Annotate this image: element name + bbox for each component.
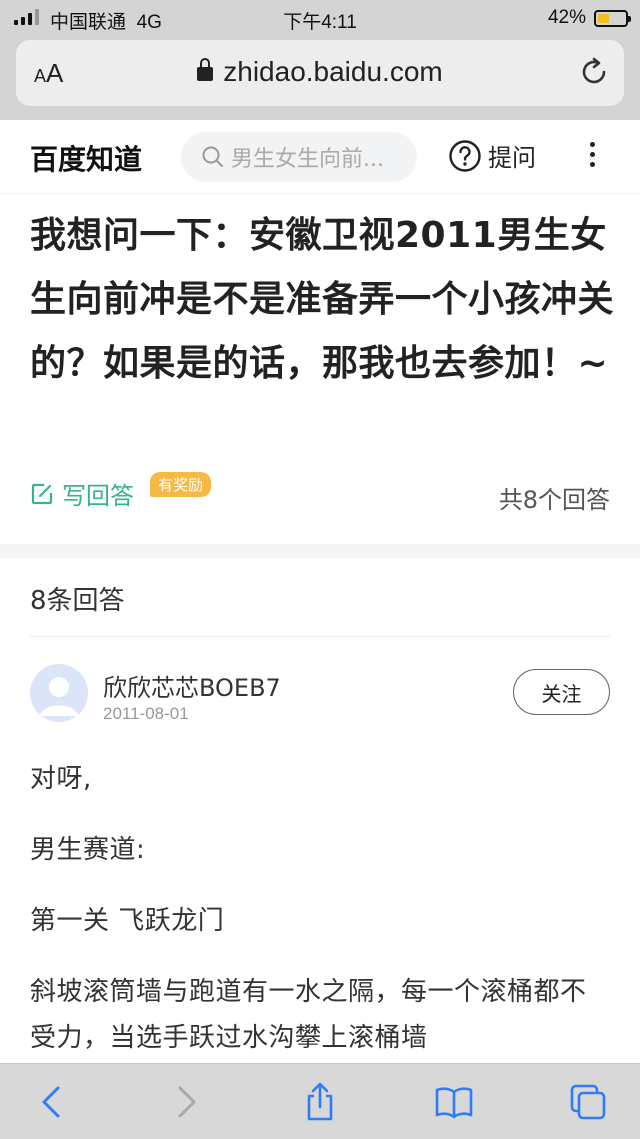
write-answer-button[interactable]: 写回答 (30, 476, 134, 511)
network-type: 4G (136, 12, 162, 33)
battery-fill (598, 14, 609, 23)
search-input[interactable]: 男生女生向前... (181, 132, 417, 182)
answer-paragraph: 男生赛道: (30, 835, 146, 865)
answer-date: 2011-08-01 (103, 704, 189, 723)
site-logo[interactable]: 百度知道 (30, 138, 142, 178)
edit-icon (31, 483, 53, 504)
ask-label: 提问 (488, 144, 536, 172)
answer-body: 对呀, 男生赛道: 第一关 飞跃龙门 斜坡滚筒墙与跑道有一水之隔，每一个滚桶都不… (30, 756, 610, 1086)
answer-count: 共8个回答 (498, 486, 610, 514)
search-placeholder: 男生女生向前... (231, 147, 384, 172)
lock-icon (197, 58, 214, 81)
bookmarks-icon[interactable] (434, 1082, 474, 1122)
answer-paragraph: 第一关 飞跃龙门 (30, 906, 225, 936)
back-icon[interactable] (32, 1082, 72, 1122)
question-title: 我想问一下：安徽卫视2011男生女生向前冲是不是准备弄一个小孩冲关的？如果是的话… (30, 215, 615, 384)
section-divider (0, 544, 640, 558)
browser-toolbar (0, 1063, 640, 1139)
carrier-label: 中国联通 4G (50, 7, 162, 34)
follow-button[interactable]: 关注 (513, 669, 610, 715)
answer-paragraph: 对呀, (30, 764, 92, 794)
address-bar[interactable]: AA zhidao.baidu.com (16, 40, 624, 106)
url-text: zhidao.baidu.com (223, 56, 443, 87)
more-menu-icon[interactable] (586, 142, 598, 174)
avatar[interactable] (30, 664, 88, 722)
status-bar: 中国联通 4G 下午4:11 42% (0, 0, 640, 36)
answer-username[interactable]: 欣欣芯芯BOEB7 (103, 668, 281, 703)
write-answer-label: 写回答 (62, 482, 134, 510)
reload-icon[interactable] (578, 56, 610, 88)
default-avatar-icon (40, 677, 78, 716)
share-icon[interactable] (300, 1082, 340, 1122)
reward-badge: 有奖励 (150, 472, 212, 497)
carrier-name: 中国联通 (50, 12, 127, 33)
answer-paragraph: 斜坡滚筒墙与跑道有一水之隔，每一个滚桶都不受力，当选手跃过水沟攀上滚桶墙 (30, 977, 587, 1053)
tabs-icon[interactable] (568, 1082, 608, 1122)
battery-percent: 42% (547, 7, 586, 28)
forward-icon[interactable] (166, 1082, 206, 1122)
site-header: 百度知道 男生女生向前... 提问 (0, 120, 640, 194)
signal-strength-icon (14, 9, 39, 25)
search-icon (202, 146, 223, 167)
question-circle-icon (449, 139, 481, 172)
divider (30, 636, 610, 637)
url-display[interactable]: zhidao.baidu.com (16, 56, 624, 88)
ask-question-button[interactable]: 提问 (448, 138, 536, 173)
battery-icon (594, 10, 631, 27)
browser-chrome: AA zhidao.baidu.com (0, 36, 640, 120)
answers-header: 8条回答 (30, 586, 125, 616)
